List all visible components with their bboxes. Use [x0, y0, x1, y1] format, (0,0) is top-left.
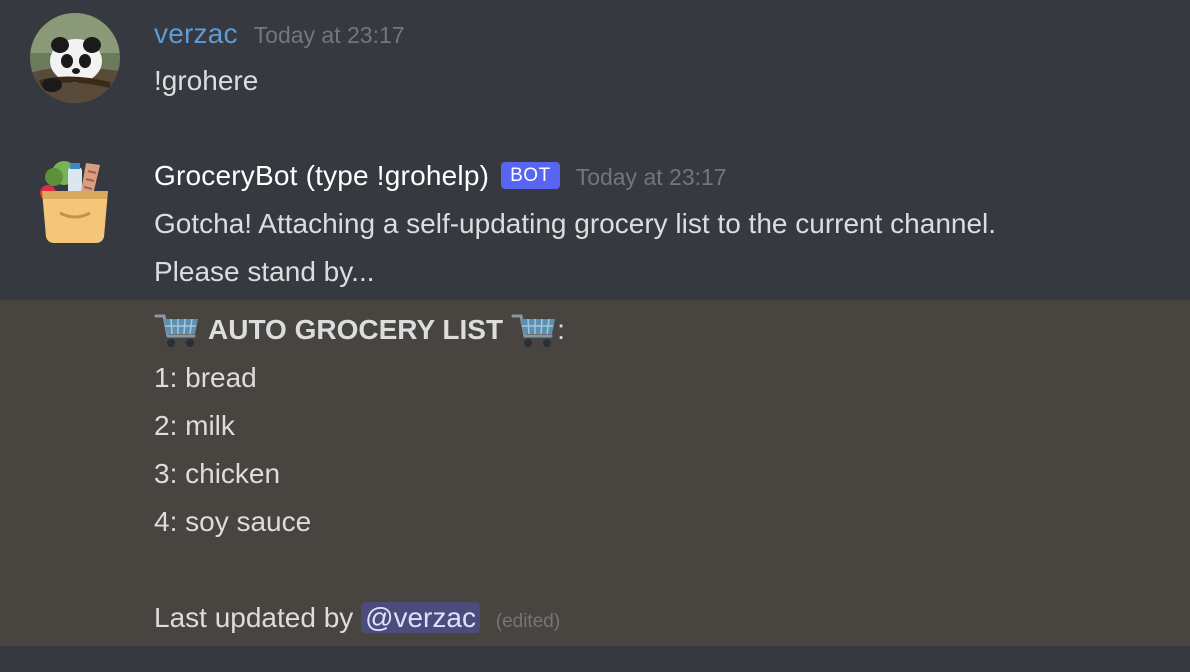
message-line: Please stand by...	[154, 256, 375, 287]
message-content: !grohere	[154, 57, 258, 105]
last-updated-label: Last updated by	[154, 602, 354, 633]
message-line: !grohere	[154, 65, 259, 96]
list-item: 4: soy sauce	[154, 506, 312, 537]
grocery-list-title-text: AUTO GROCERY LIST	[208, 314, 504, 345]
message-verzac: verzac Today at 23:17 !grohere	[0, 0, 1190, 130]
chat-messages: verzac Today at 23:17 !grohere GroceryBo…	[0, 0, 1190, 672]
last-updated-line: Last updated by @verzac (edited)	[154, 594, 565, 646]
list-item: 3: chicken	[154, 458, 281, 489]
timestamp[interactable]: Today at 23:17	[576, 164, 727, 191]
bot-badge: BOT	[501, 162, 560, 189]
grocery-list-title-colon: :	[557, 314, 565, 345]
timestamp[interactable]: Today at 23:17	[254, 22, 405, 49]
username[interactable]: GroceryBot (type !grohelp)	[154, 160, 489, 192]
list-item: 1: bread	[154, 362, 257, 393]
username[interactable]: verzac	[154, 18, 238, 50]
list-item: 2: milk	[154, 410, 235, 441]
shopping-cart-icon	[154, 310, 200, 350]
grocery-list: AUTO GROCERY LIST : 1: bread 2: milk 3: …	[154, 306, 565, 646]
message-header: GroceryBot (type !grohelp) BOT Today at …	[154, 160, 727, 193]
message-line: Gotcha! Attaching a self-updating grocer…	[154, 208, 997, 239]
edited-label: (edited)	[495, 611, 561, 632]
grocery-list-title: AUTO GROCERY LIST :	[154, 306, 565, 354]
message-header: verzac Today at 23:17	[154, 18, 405, 50]
message-content: Gotcha! Attaching a self-updating grocer…	[154, 200, 996, 296]
panda-avatar-icon[interactable]	[30, 13, 120, 103]
user-mention[interactable]: @verzac	[361, 602, 480, 633]
shopping-cart-icon	[511, 310, 557, 350]
grocery-bag-avatar-icon[interactable]	[30, 155, 120, 245]
